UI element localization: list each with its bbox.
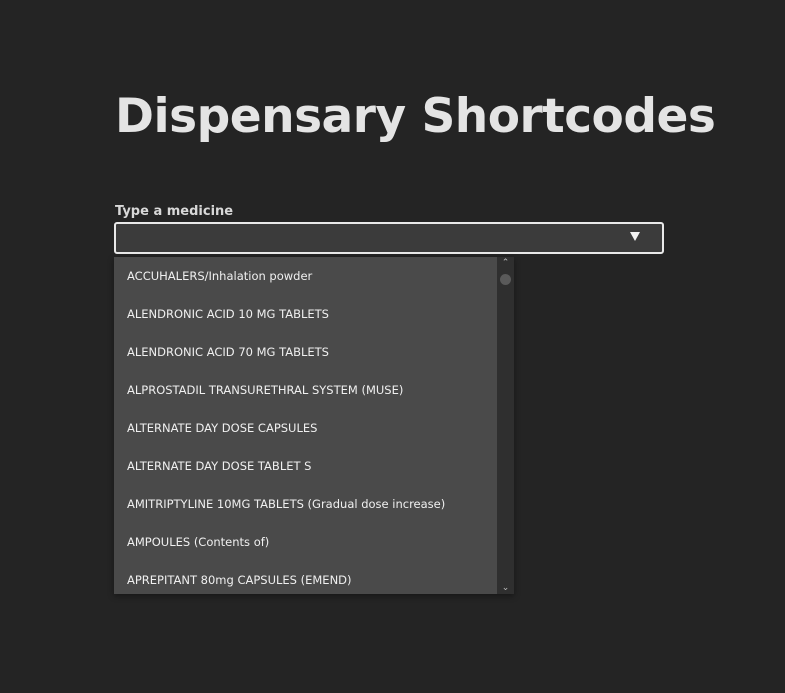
dropdown-scrollbar[interactable]: ⌃ ⌄	[497, 257, 514, 594]
medicine-combobox[interactable]	[114, 222, 664, 254]
chevron-up-icon[interactable]: ⌃	[497, 257, 514, 269]
medicine-search-input[interactable]	[116, 224, 606, 252]
list-item[interactable]: ALENDRONIC ACID 70 MG TABLETS	[114, 333, 497, 371]
list-item[interactable]: AMPOULES (Contents of)	[114, 523, 497, 561]
list-item[interactable]: ACCUHALERS/Inhalation powder	[114, 257, 497, 295]
list-item[interactable]: ALENDRONIC ACID 10 MG TABLETS	[114, 295, 497, 333]
page: Dispensary Shortcodes Type a medicine AC…	[0, 0, 785, 693]
page-title: Dispensary Shortcodes	[115, 89, 716, 144]
medicine-dropdown-list[interactable]: ACCUHALERS/Inhalation powder ALENDRONIC …	[114, 257, 514, 594]
scroll-thumb[interactable]	[500, 274, 511, 285]
list-item[interactable]: ALTERNATE DAY DOSE CAPSULES	[114, 409, 497, 447]
dropdown-arrow-icon[interactable]	[630, 232, 640, 241]
medicine-field-label: Type a medicine	[115, 204, 234, 219]
list-item[interactable]: ALTERNATE DAY DOSE TABLET S	[114, 447, 497, 485]
list-item[interactable]: AMITRIPTYLINE 10MG TABLETS (Gradual dose…	[114, 485, 497, 523]
list-item[interactable]: ALPROSTADIL TRANSURETHRAL SYSTEM (MUSE)	[114, 371, 497, 409]
list-item[interactable]: APREPITANT 80mg CAPSULES (EMEND)	[114, 561, 497, 594]
chevron-down-icon[interactable]: ⌄	[497, 582, 514, 594]
option-list: ACCUHALERS/Inhalation powder ALENDRONIC …	[114, 257, 497, 594]
